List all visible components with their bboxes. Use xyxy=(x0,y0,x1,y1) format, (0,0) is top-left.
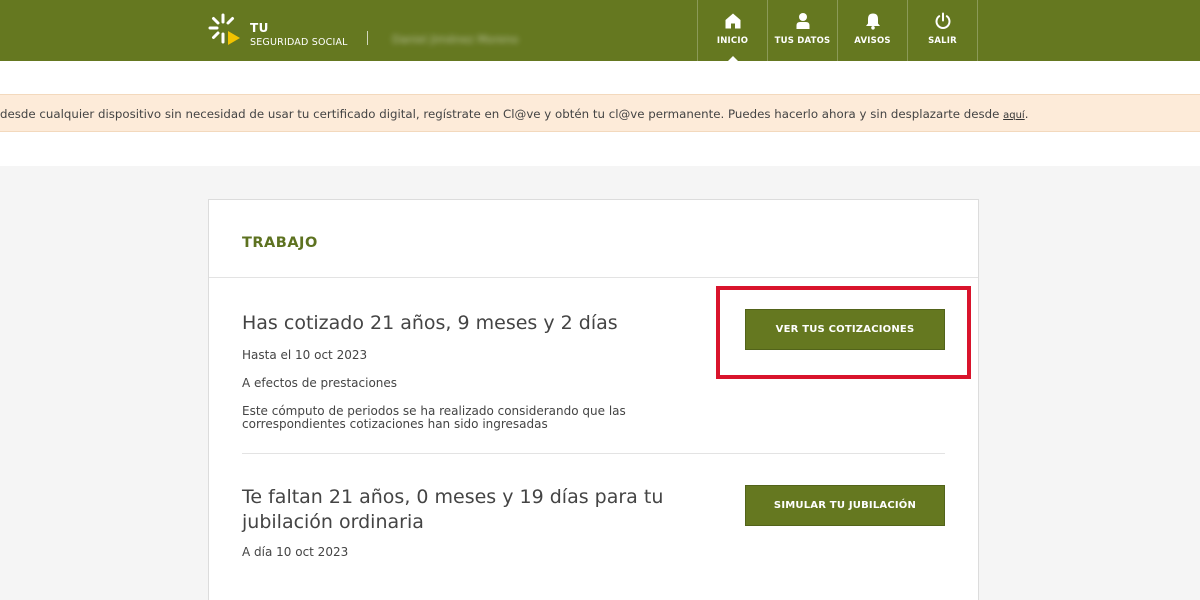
power-icon xyxy=(935,12,950,29)
bell-icon xyxy=(865,13,880,30)
nav-label-inicio: INICIO xyxy=(716,36,749,46)
nav-item-salir[interactable]: SALIR xyxy=(908,0,978,61)
cotizado-note: Este cómputo de periodos se ha realizado… xyxy=(242,404,626,431)
nav-label-salir: SALIR xyxy=(928,36,957,46)
clave-info-banner: desde cualquier dispositivo sin necesida… xyxy=(0,94,1200,132)
nav-item-inicio[interactable]: INICIO xyxy=(698,0,768,62)
section-divider xyxy=(242,453,945,454)
top-header: TU SEGURIDAD SOCIAL Daniel Jiménez Moren… xyxy=(0,0,1200,62)
banner-message: desde cualquier dispositivo sin necesida… xyxy=(0,107,1004,121)
simular-jubilacion-button[interactable]: SIMULAR TU JUBILACIÓN xyxy=(745,485,945,526)
cotizado-title: Has cotizado 21 años, 9 meses y 2 días xyxy=(242,312,618,334)
brand-separator xyxy=(367,31,368,45)
user-name: Daniel Jiménez Moreno xyxy=(392,33,519,46)
home-icon xyxy=(725,13,740,29)
brand-line-2: SEGURIDAD SOCIAL xyxy=(250,37,348,48)
card-header: TRABAJO xyxy=(209,200,978,278)
banner-aqui-link[interactable]: aquí xyxy=(1003,110,1025,121)
main-nav: INICIO TUS DATOS AVISOS SALIR xyxy=(697,0,978,62)
nav-label-tus-datos: TUS DATOS xyxy=(774,36,831,46)
nav-item-avisos[interactable]: AVISOS xyxy=(838,0,908,61)
cotizado-date: Hasta el 10 oct 2023 xyxy=(242,348,368,362)
nav-item-tus-datos[interactable]: TUS DATOS xyxy=(768,0,838,61)
user-icon xyxy=(796,13,809,29)
cotizado-effects: A efectos de prestaciones xyxy=(242,376,398,390)
nav-label-avisos: AVISOS xyxy=(854,36,891,46)
seguridad-social-logo-icon[interactable] xyxy=(207,12,243,48)
brand-line-1: TU xyxy=(250,21,269,35)
jubilacion-date: A día 10 oct 2023 xyxy=(242,545,349,559)
card-title: TRABAJO xyxy=(242,235,318,251)
ver-cotizaciones-button[interactable]: VER TUS COTIZACIONES xyxy=(745,309,945,350)
jubilacion-title: Te faltan 21 años, 0 meses y 19 días par… xyxy=(242,486,664,533)
banner-text: desde cualquier dispositivo sin necesida… xyxy=(0,107,1028,121)
banner-suffix: . xyxy=(1024,107,1029,121)
trabajo-card: TRABAJO Has cotizado 21 años, 9 meses y … xyxy=(208,199,979,600)
